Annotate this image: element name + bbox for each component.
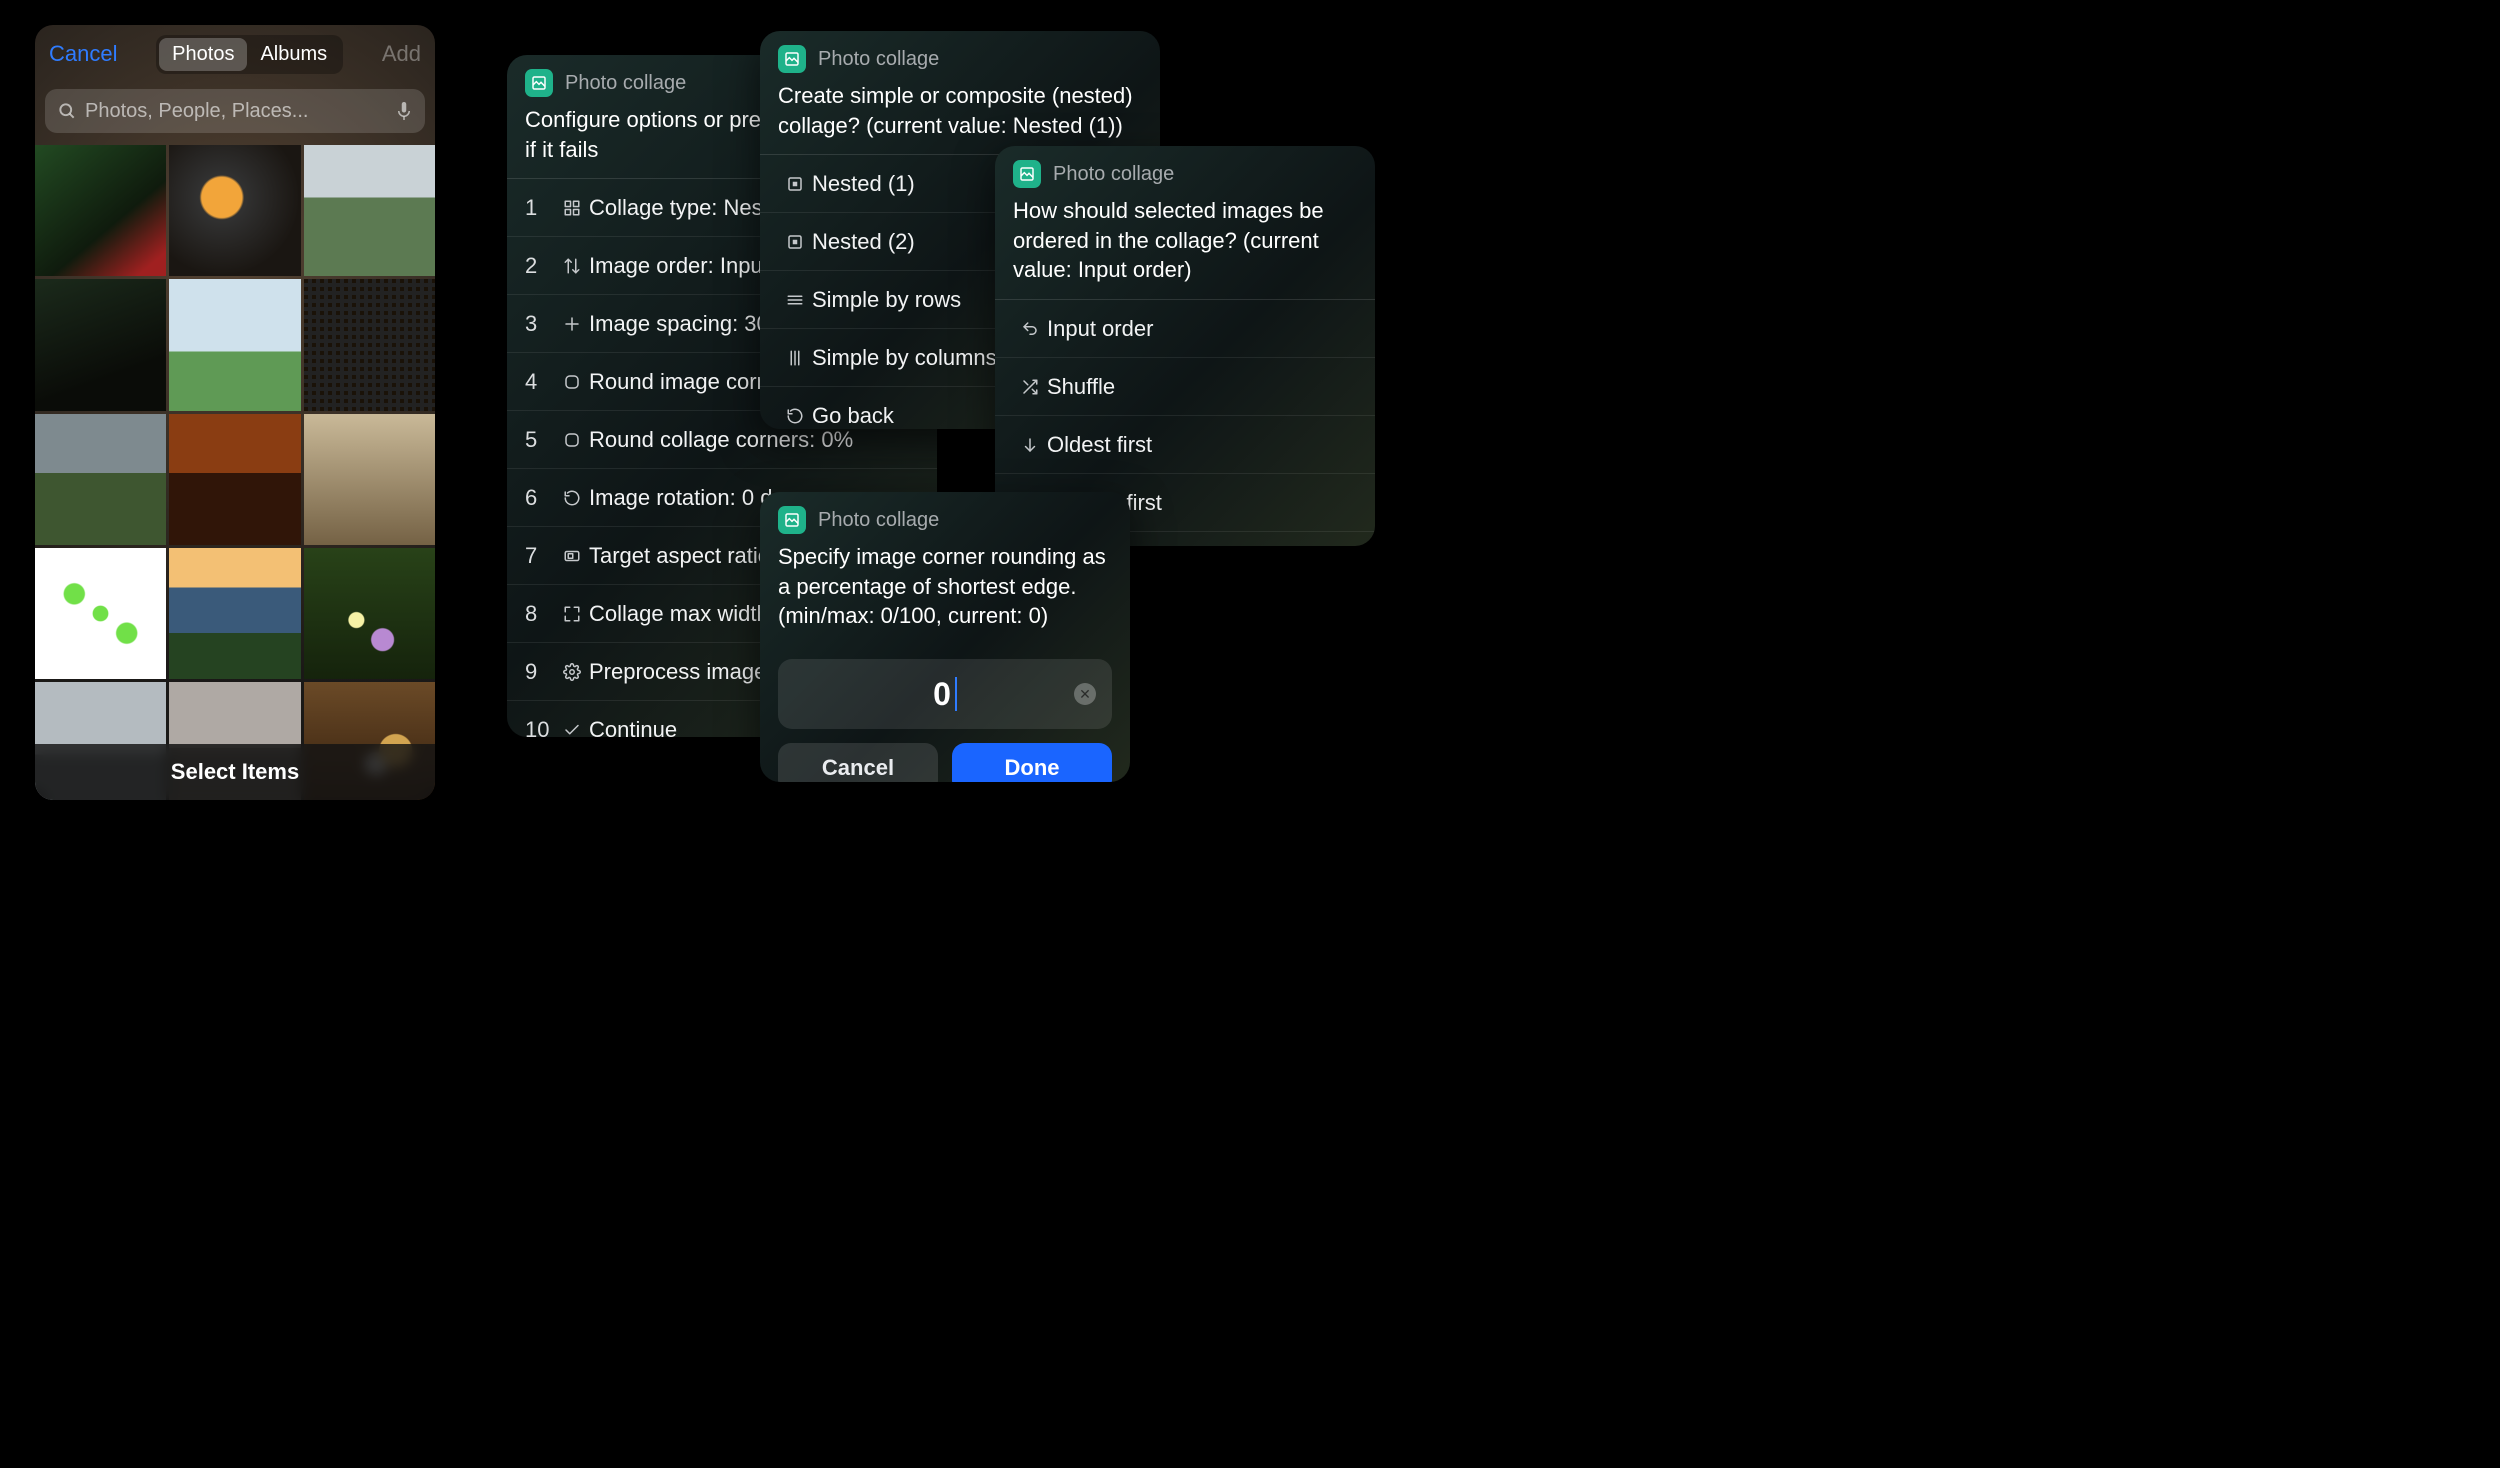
app-icon [1013,160,1041,188]
photo-grid [35,145,435,800]
app-name-label: Photo collage [818,48,939,71]
photo-thumb[interactable] [169,548,300,679]
rows-icon [778,291,812,309]
app-name-label: Photo collage [818,509,939,532]
panel-prompt: Create simple or composite (nested) coll… [760,81,1160,154]
select-items-button[interactable]: Select Items [35,744,435,800]
check-icon [555,721,589,737]
order-option-row[interactable]: Input order [995,299,1375,357]
shuffle-icon [1013,378,1047,396]
row-number: 6 [525,485,555,511]
clear-input-icon[interactable]: ✕ [1074,683,1096,705]
panel-title-row: Photo collage [760,31,1160,81]
app-icon [778,506,806,534]
plus-icon [555,315,589,333]
cancel-button[interactable]: Cancel [49,41,117,67]
photo-thumb[interactable] [35,414,166,545]
photo-thumb[interactable] [35,145,166,276]
row-number: 5 [525,427,555,453]
row-number: 3 [525,311,555,337]
row-number: 8 [525,601,555,627]
rounding-input[interactable]: 0 ✕ [778,659,1112,729]
square-sel-icon [778,175,812,193]
button-row: Cancel Done [760,729,1130,782]
rounded-icon [555,431,589,449]
row-label: Input order [1047,316,1357,342]
photo-thumb[interactable] [35,548,166,679]
aspect-icon [555,547,589,565]
image-order-panel: Photo collage How should selected images… [995,146,1375,546]
corner-rounding-panel: Photo collage Specify image corner round… [760,492,1130,782]
search-placeholder: Photos, People, Places... [85,100,395,123]
back-icon [778,407,812,425]
photo-picker: Cancel Photos Albums Add Photos, People,… [35,25,435,800]
undo-icon [1013,320,1047,338]
panel-prompt: How should selected images be ordered in… [995,196,1375,299]
text-cursor [955,677,957,711]
row-number: 9 [525,659,555,685]
segmented-control: Photos Albums [156,35,343,74]
row-number: 2 [525,253,555,279]
cols-icon [778,349,812,367]
photo-thumb[interactable] [169,145,300,276]
order-option-row[interactable]: Oldest first [995,415,1375,473]
photo-thumb[interactable] [304,279,435,410]
panel-title-row: Photo collage [995,146,1375,196]
segment-albums[interactable]: Albums [247,38,340,71]
row-label: Shuffle [1047,374,1357,400]
search-icon [57,101,77,121]
cancel-button[interactable]: Cancel [778,743,938,782]
order-option-row[interactable]: Shuffle [995,357,1375,415]
grid-icon [555,199,589,217]
sortdown-icon [1013,436,1047,454]
done-button[interactable]: Done [952,743,1112,782]
square-sel-icon [778,233,812,251]
panel-title-row: Photo collage [760,492,1130,542]
photo-thumb[interactable] [35,279,166,410]
rotate-icon [555,489,589,507]
picker-header: Cancel Photos Albums Add [35,25,435,83]
expand-icon [555,605,589,623]
search-field[interactable]: Photos, People, Places... [45,89,425,133]
row-number: 4 [525,369,555,395]
photo-thumb[interactable] [304,145,435,276]
photo-thumb[interactable] [304,548,435,679]
gear-icon [555,663,589,681]
microphone-icon[interactable] [395,100,413,122]
panel-prompt: Specify image corner rounding as a perce… [760,542,1130,645]
photo-thumb[interactable] [169,279,300,410]
app-icon [525,69,553,97]
row-number: 1 [525,195,555,221]
app-icon [778,45,806,73]
updown-icon [555,257,589,275]
add-button[interactable]: Add [382,41,421,67]
app-name-label: Photo collage [1053,163,1174,186]
rounded-icon [555,373,589,391]
photo-thumb[interactable] [169,414,300,545]
row-label: Oldest first [1047,432,1357,458]
row-number: 10 [525,717,555,737]
app-name-label: Photo collage [565,72,686,95]
segment-photos[interactable]: Photos [159,38,247,71]
rounding-value: 0 [933,676,951,713]
row-label: Round collage corners: 0% [589,427,919,453]
photo-thumb[interactable] [304,414,435,545]
row-number: 7 [525,543,555,569]
